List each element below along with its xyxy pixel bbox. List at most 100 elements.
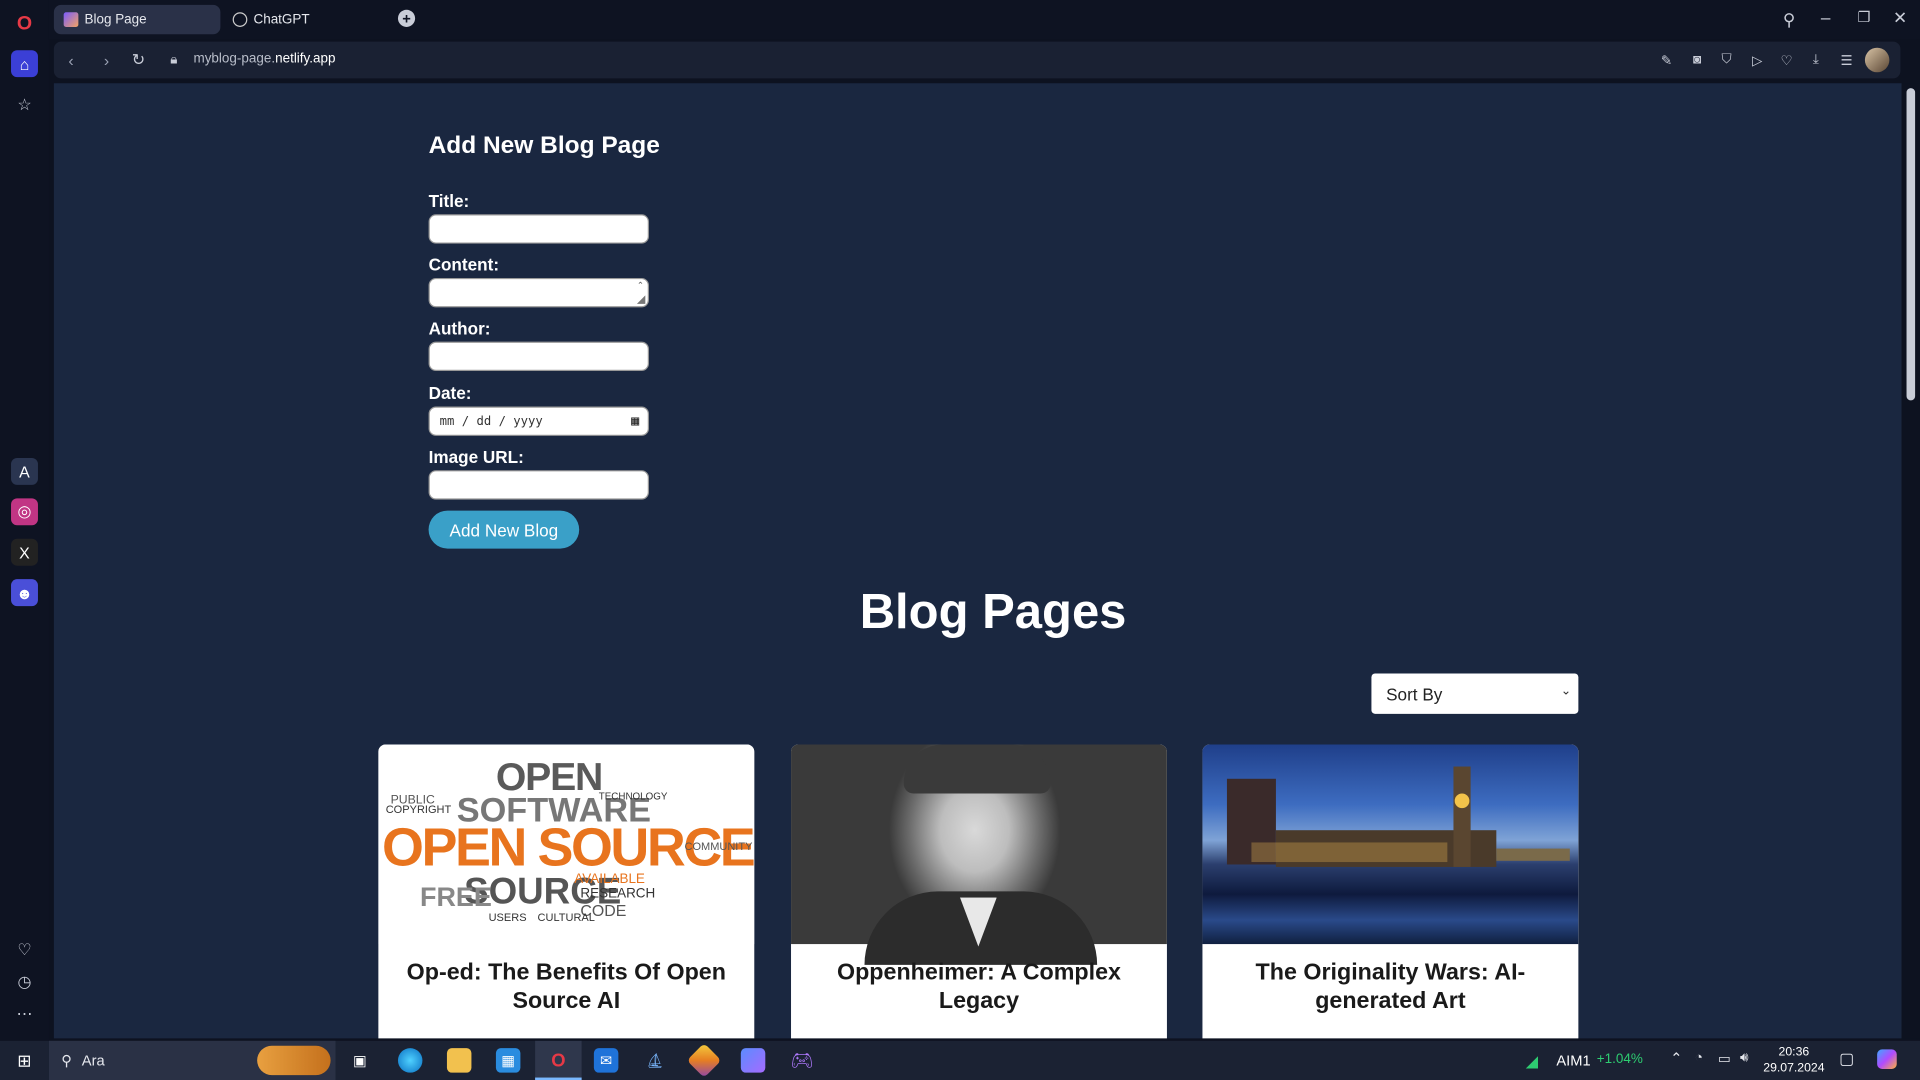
tab-blog-page[interactable]: Blog Page [53, 4, 221, 35]
clock-time: 20:36 [1778, 1045, 1810, 1060]
battery-icon[interactable]: ▭ [1718, 1051, 1731, 1067]
more-icon[interactable]: ⋯ [11, 1000, 38, 1027]
author-input[interactable] [428, 341, 649, 372]
card-title[interactable]: Oppenheimer: A Complex Legacy [808, 959, 1150, 1015]
shield-icon[interactable]: ⛉ [1718, 51, 1735, 68]
url-field[interactable]: myblog-page.netlify.app [193, 51, 335, 66]
copilot-icon[interactable] [1877, 1049, 1897, 1069]
card-image-oppenheimer [791, 744, 1167, 965]
date-input[interactable]: mm / dd / yyyy ▦ [428, 406, 649, 436]
card-title[interactable]: Op-ed: The Benefits Of Open Source AI [396, 959, 738, 1015]
messenger-icon[interactable]: ☻ [11, 579, 38, 607]
edge-icon[interactable] [397, 1048, 423, 1073]
search-highlight-image [257, 1045, 331, 1076]
sort-select[interactable]: Sort By ⌄ [1371, 673, 1579, 714]
opera-sidebar: O ⌂ ☆ A ◎ X ☻ ♡ ◷ ⋯ [0, 0, 49, 1041]
minimize-icon[interactable]: – [1821, 7, 1831, 27]
x-icon[interactable]: X [11, 538, 38, 566]
taskbar-search[interactable]: ⚲ Ara [48, 1040, 336, 1080]
app-icon[interactable] [740, 1048, 766, 1073]
add-blog-button[interactable]: Add New Blog [428, 510, 580, 549]
image-url-label: Image URL: [428, 446, 524, 467]
play-icon[interactable]: ▷ [1749, 51, 1766, 68]
title-input[interactable] [428, 214, 649, 244]
heart-outline-icon[interactable]: ♡ [1778, 51, 1795, 68]
home-icon[interactable]: ⌂ [11, 50, 38, 78]
sort-selected: Sort By [1386, 683, 1443, 704]
url-prefix: myblog-page. [193, 51, 276, 67]
heart-icon[interactable]: ♡ [11, 937, 38, 964]
opera-taskbar-icon: O [551, 1050, 566, 1071]
content-label: Content: [428, 254, 500, 275]
windows-taskbar: ⊞ ⚲ Ara ▣ ▦ O ✉ ⛵︎ 🎮︎ ◢ AIM1 +1.04% ⌃ ◔ … [0, 1040, 1920, 1080]
tab-chatgpt[interactable]: ChatGPT [223, 5, 390, 34]
volume-icon[interactable]: 🔊︎ [1740, 1051, 1748, 1067]
calendar-icon[interactable]: ▦ [631, 413, 639, 429]
url-host: netlify.app [275, 51, 336, 67]
taskbar-search-icon: ⚲ [61, 1051, 72, 1069]
opera-logo-icon[interactable]: O [11, 11, 38, 38]
close-icon[interactable]: ✕ [1893, 7, 1907, 28]
app-icon[interactable]: ⛵︎ [643, 1048, 667, 1072]
tab-label: ChatGPT [253, 12, 310, 27]
lock-icon: 🔒︎ [170, 52, 178, 67]
scrollbar-thumb[interactable] [1906, 88, 1916, 401]
task-view-icon[interactable]: ▣ [348, 1048, 372, 1072]
title-label: Title: [428, 191, 470, 211]
image-url-input[interactable] [428, 470, 649, 500]
tab-bar: Blog Page ChatGPT + ⚲ – ❐ ✕ [48, 0, 1920, 40]
notifications-icon[interactable]: ▢ [1839, 1049, 1854, 1069]
star-icon[interactable]: ☆ [11, 92, 38, 119]
content-textarea[interactable]: ⌃ ◢ [428, 277, 649, 308]
download-icon[interactable]: ⤓ [1807, 51, 1824, 68]
stock-ticker[interactable]: AIM1 [1556, 1052, 1590, 1069]
network-icon[interactable]: ◔ [1695, 1051, 1703, 1066]
new-tab-button[interactable]: + [397, 9, 416, 27]
app-icon[interactable]: 🎮︎ [790, 1048, 814, 1072]
history-icon[interactable]: ◷ [11, 969, 38, 996]
date-label: Date: [428, 383, 472, 403]
stock-change: +1.04% [1596, 1051, 1643, 1067]
chevron-up-icon[interactable]: ⌃ [1670, 1049, 1682, 1066]
blog-card[interactable]: OPEN SOFTWARE OPEN SOURCE SOURCE FREE AV… [378, 744, 755, 1039]
search-icon[interactable]: ⚲ [1783, 10, 1796, 31]
address-bar: ‹ › ↻ 🔒︎ myblog-page.netlify.app ✎ ◙ ⛉ ▷… [53, 41, 1901, 79]
listing-heading: Blog Pages [859, 585, 1127, 640]
blog-card[interactable]: Oppenheimer: A Complex Legacy [791, 744, 1167, 1039]
blog-favicon [63, 12, 79, 27]
tab-label: Blog Page [84, 12, 147, 27]
reload-icon[interactable]: ↻ [129, 50, 149, 70]
back-icon[interactable]: ‹ [61, 50, 81, 70]
instagram-icon[interactable]: ◎ [11, 498, 38, 526]
author-label: Author: [428, 318, 491, 338]
menu-icon[interactable]: ☰ [1838, 51, 1855, 68]
blog-card[interactable]: The Originality Wars: AI-generated Art [1202, 744, 1579, 1039]
snapshot-icon[interactable]: ✎ [1658, 51, 1675, 68]
explorer-icon[interactable] [446, 1048, 472, 1073]
taskbar-search-placeholder: Ara [81, 1051, 105, 1069]
chevron-down-icon: ⌄ [1560, 684, 1572, 698]
spinner-icon: ⌃ [636, 281, 645, 291]
app-icon[interactable] [686, 1043, 722, 1078]
card-image-open-source: OPEN SOFTWARE OPEN SOURCE SOURCE FREE AV… [378, 744, 755, 945]
card-image-westminster [1202, 744, 1579, 945]
page-scrollbar[interactable] [1901, 83, 1920, 1039]
resize-handle-icon[interactable]: ◢ [637, 293, 645, 306]
aria-icon[interactable]: A [11, 457, 38, 485]
mail-icon[interactable]: ✉ [593, 1048, 619, 1073]
avatar[interactable] [1864, 47, 1890, 73]
form-heading: Add New Blog Page [428, 132, 660, 160]
stock-chart-icon: ◢ [1525, 1051, 1538, 1071]
page-viewport: Add New Blog Page Title: Content: ⌃ ◢ Au… [53, 83, 1902, 1039]
card-title[interactable]: The Originality Wars: AI-generated Art [1220, 959, 1562, 1015]
camera-icon[interactable]: ◙ [1689, 51, 1706, 68]
windows-icon[interactable]: ⊞ [12, 1048, 36, 1072]
chatgpt-favicon [232, 12, 248, 27]
restore-icon[interactable]: ❐ [1858, 9, 1871, 26]
opera-taskbar-button[interactable]: O [535, 1040, 582, 1080]
forward-icon[interactable]: › [97, 50, 117, 70]
system-clock[interactable]: 20:36 29.07.2024 [1763, 1044, 1824, 1076]
store-icon[interactable]: ▦ [495, 1048, 521, 1073]
clock-date: 29.07.2024 [1763, 1061, 1825, 1076]
date-placeholder: mm / dd / yyyy [439, 414, 543, 428]
